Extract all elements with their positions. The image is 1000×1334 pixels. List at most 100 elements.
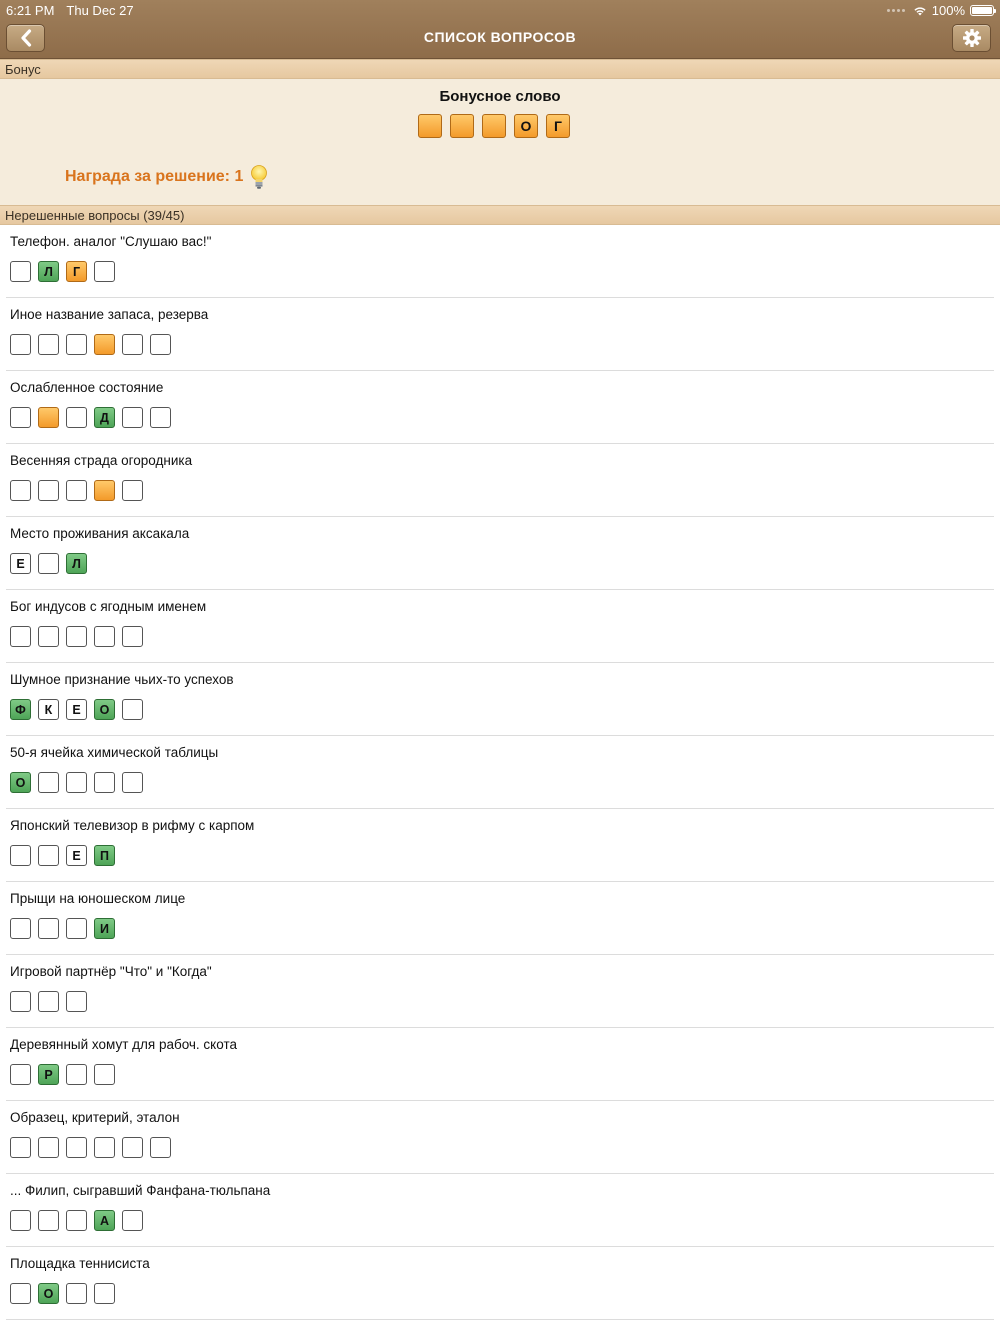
- question-row[interactable]: Образец, критерий, эталон: [6, 1101, 994, 1174]
- answer-letter-cell: [66, 1137, 87, 1158]
- answer-letter-cell: [122, 334, 143, 355]
- top-bar: 6:21 PM Thu Dec 27 100% СПИСОК ВОПРОСОВ: [0, 0, 1000, 59]
- answer-letter-cell: Л: [38, 261, 59, 282]
- status-date: Thu Dec 27: [66, 3, 134, 18]
- question-row[interactable]: Игровой партнёр "Что" и "Когда": [6, 955, 994, 1028]
- question-text: Бог индусов с ягодным именем: [10, 599, 207, 614]
- answer-cells: Д: [10, 407, 171, 428]
- question-text: 50-я ячейка химической таблицы: [10, 745, 219, 760]
- answer-letter-cell: [10, 845, 31, 866]
- question-row[interactable]: Иное название запаса, резерва: [6, 298, 994, 371]
- question-text: Площадка теннисиста: [10, 1256, 150, 1271]
- answer-cells: ЕЛ: [10, 553, 87, 574]
- answer-letter-cell: [66, 918, 87, 939]
- bonus-letter-cell: [450, 114, 474, 138]
- answer-letter-cell: П: [94, 845, 115, 866]
- answer-cells: [10, 1137, 171, 1158]
- bonus-word-cells[interactable]: ОГ: [418, 114, 570, 138]
- question-text: Место проживания аксакала: [10, 526, 190, 541]
- status-bar-left: 6:21 PM Thu Dec 27: [6, 3, 134, 18]
- answer-letter-cell: [38, 1137, 59, 1158]
- question-list: Телефон. аналог "Слушаю вас!" Л Г Иное назв…: [0, 225, 1000, 1320]
- answer-letter-cell: [122, 626, 143, 647]
- answer-letter-cell: [66, 407, 87, 428]
- lightbulb-icon: [251, 165, 268, 189]
- question-row[interactable]: Ослабленное состояние Д: [6, 371, 994, 444]
- bonus-section-header: Бонус: [0, 59, 1000, 79]
- answer-letter-cell: [10, 1210, 31, 1231]
- answer-letter-cell: [66, 480, 87, 501]
- question-row[interactable]: Площадка теннисиста О: [6, 1247, 994, 1320]
- question-row[interactable]: Телефон. аналог "Слушаю вас!" Л Г: [6, 225, 994, 298]
- question-row[interactable]: Место проживания аксакала Е Л: [6, 517, 994, 590]
- gear-icon: [962, 29, 981, 47]
- question-text: Игровой партнёр "Что" и "Когда": [10, 964, 212, 979]
- question-row[interactable]: Японский телевизор в рифму с карпом Е П: [6, 809, 994, 882]
- answer-cells: ЕП: [10, 845, 115, 866]
- answer-letter-cell: К: [38, 699, 59, 720]
- question-text: Образец, критерий, эталон: [10, 1110, 180, 1125]
- question-row[interactable]: ... Филип, сыгравший Фанфана-тюльпана А: [6, 1174, 994, 1247]
- answer-letter-cell: [94, 772, 115, 793]
- wifi-icon: [914, 6, 926, 15]
- answer-letter-cell: [66, 1210, 87, 1231]
- question-row[interactable]: 50-я ячейка химической таблицы О: [6, 736, 994, 809]
- answer-letter-cell: [122, 772, 143, 793]
- answer-letter-cell: [38, 407, 59, 428]
- answer-letter-cell: [10, 407, 31, 428]
- answer-letter-cell: Г: [66, 261, 87, 282]
- answer-letter-cell: [38, 553, 59, 574]
- answer-letter-cell: Е: [66, 699, 87, 720]
- answer-letter-cell: [10, 991, 31, 1012]
- answer-letter-cell: [10, 480, 31, 501]
- answer-letter-cell: [122, 407, 143, 428]
- bonus-word-title: Бонусное слово: [439, 88, 561, 105]
- bonus-letter-cell: [482, 114, 506, 138]
- answer-letter-cell: [66, 1064, 87, 1085]
- answer-cells: Р: [10, 1064, 115, 1085]
- answer-letter-cell: О: [94, 699, 115, 720]
- question-row[interactable]: Бог индусов с ягодным именем: [6, 590, 994, 663]
- signal-dots-icon: [886, 9, 905, 12]
- answer-letter-cell: [150, 407, 171, 428]
- answer-letter-cell: [38, 772, 59, 793]
- question-row[interactable]: Шумное признание чьих-то успехов Ф К Е О: [6, 663, 994, 736]
- answer-letter-cell: Ф: [10, 699, 31, 720]
- answer-cells: ЛГ: [10, 261, 115, 282]
- settings-button[interactable]: [952, 24, 991, 52]
- answer-cells: О: [10, 772, 143, 793]
- battery-percent: 100%: [931, 3, 965, 18]
- question-row[interactable]: Деревянный хомут для рабоч. скота Р: [6, 1028, 994, 1101]
- answer-letter-cell: [122, 480, 143, 501]
- answer-letter-cell: [10, 261, 31, 282]
- answer-letter-cell: Е: [66, 845, 87, 866]
- unsolved-section-header: Нерешенные вопросы (39/45): [0, 205, 1000, 225]
- answer-cells: [10, 334, 171, 355]
- answer-letter-cell: [10, 1283, 31, 1304]
- question-text: Телефон. аналог "Слушаю вас!": [10, 234, 212, 249]
- answer-letter-cell: [38, 1210, 59, 1231]
- answer-letter-cell: [66, 334, 87, 355]
- bonus-panel: Бонусное слово ОГ Награда за решение: 1: [0, 79, 1000, 205]
- answer-letter-cell: [38, 991, 59, 1012]
- battery-icon: [970, 5, 996, 16]
- answer-letter-cell: [94, 626, 115, 647]
- answer-cells: И: [10, 918, 115, 939]
- question-row[interactable]: Весенняя страда огородника: [6, 444, 994, 517]
- answer-letter-cell: [10, 334, 31, 355]
- bonus-letter-cell: Г: [546, 114, 570, 138]
- bonus-letter-cell: О: [514, 114, 538, 138]
- reward-label: Награда за решение: 1: [65, 164, 269, 190]
- answer-letter-cell: [94, 1283, 115, 1304]
- answer-letter-cell: [94, 1137, 115, 1158]
- answer-letter-cell: [66, 772, 87, 793]
- answer-letter-cell: [94, 261, 115, 282]
- answer-letter-cell: Е: [10, 553, 31, 574]
- answer-letter-cell: [10, 918, 31, 939]
- answer-letter-cell: [38, 845, 59, 866]
- answer-letter-cell: Л: [66, 553, 87, 574]
- answer-letter-cell: [122, 1210, 143, 1231]
- answer-letter-cell: [66, 626, 87, 647]
- question-row[interactable]: Прыщи на юношеском лице И: [6, 882, 994, 955]
- answer-letter-cell: [10, 1137, 31, 1158]
